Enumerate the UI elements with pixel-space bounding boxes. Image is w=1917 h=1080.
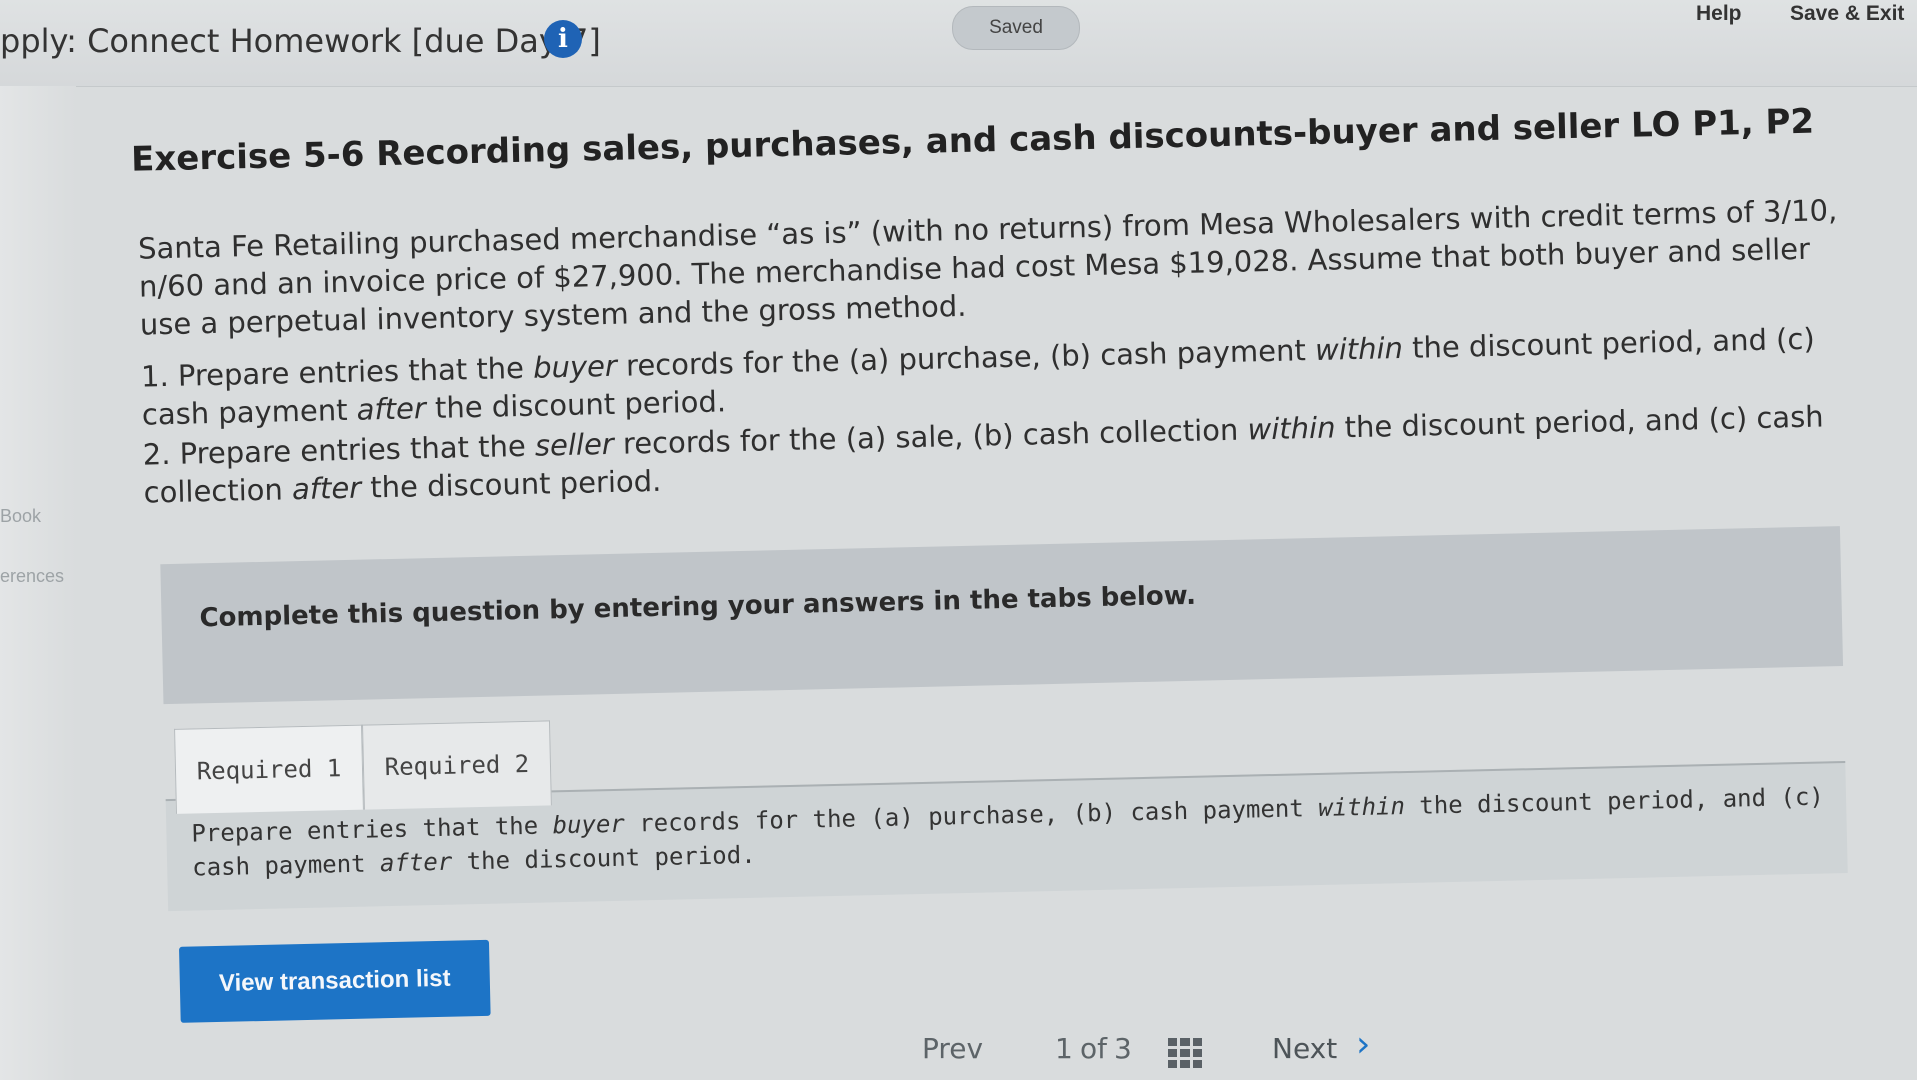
pager-of: of [1080,1032,1107,1065]
top-bar: pply: Connect Homework [due Day 7] i Sav… [0,0,1917,87]
pager-current: 1 [1055,1032,1073,1065]
saved-status-badge: Saved [952,6,1080,50]
prev-button[interactable]: Prev [922,1032,983,1065]
info-icon[interactable]: i [544,20,582,58]
help-link[interactable]: Help [1696,2,1742,26]
save-exit-link[interactable]: Save & Exit [1790,2,1904,26]
next-button[interactable]: Next [1272,1032,1337,1065]
question-grid-icon[interactable] [1168,1038,1202,1068]
side-item-book[interactable]: Book [0,506,41,527]
chevron-right-icon[interactable]: › [1356,1024,1370,1065]
exercise-intro: Santa Fe Retailing purchased merchandise… [137,193,1838,342]
view-transaction-list-button[interactable]: View transaction list [179,939,491,1023]
side-rail: Book erences [0,86,76,1080]
tab-required-1[interactable]: Required 1 [174,724,364,814]
assignment-title: pply: Connect Homework [due Day 7] [0,22,601,60]
tab-required-2[interactable]: Required 2 [362,720,552,810]
side-item-references[interactable]: erences [0,566,64,587]
exercise-title: Exercise 5-6 Recording sales, purchases,… [130,101,1815,180]
pager-total: 3 [1114,1032,1132,1065]
